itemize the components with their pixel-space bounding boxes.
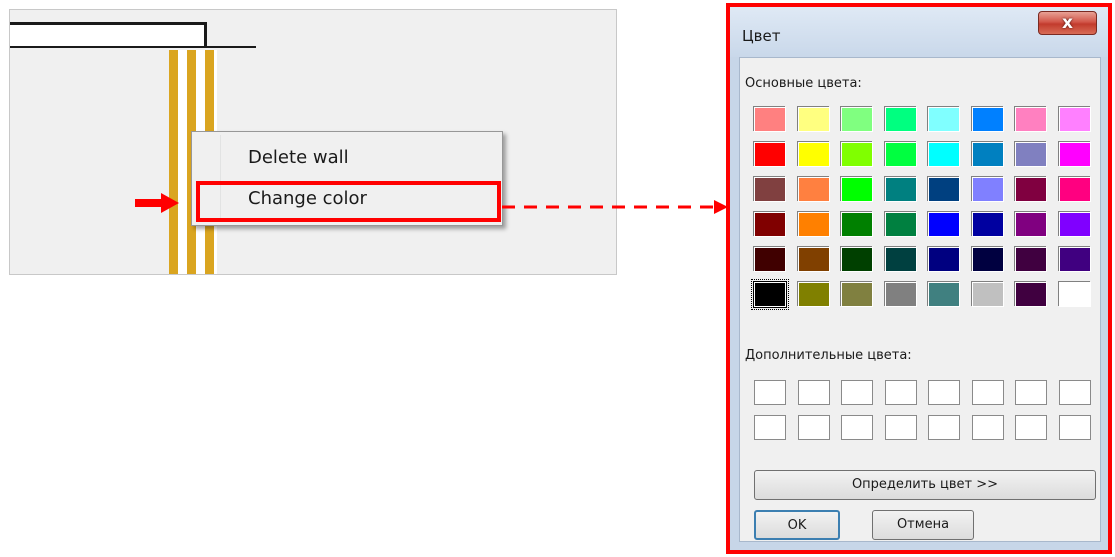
dialog-client-area: Основные цвета: Дополнительные цвета: Оп… [739,57,1101,542]
cancel-button-label: Отмена [896,517,950,532]
custom-color-swatch[interactable] [971,380,1004,405]
basic-color-swatch[interactable] [1015,107,1047,132]
basic-color-swatch[interactable] [797,247,830,272]
basic-color-swatch[interactable] [797,212,830,237]
basic-color-swatch[interactable] [1015,282,1047,307]
custom-color-swatch[interactable] [797,380,830,405]
basic-color-swatch[interactable] [884,107,917,132]
basic-color-swatch[interactable] [928,282,960,307]
basic-color-swatch[interactable] [1058,282,1091,307]
custom-color-swatch[interactable] [754,415,786,440]
basic-color-swatch[interactable] [971,107,1004,132]
ok-button-label: OK [787,518,807,533]
custom-colors-grid [754,380,1091,440]
custom-color-swatch[interactable] [884,415,917,440]
basic-color-swatch[interactable] [797,142,830,167]
basic-color-swatch[interactable] [751,279,789,310]
basic-color-swatch[interactable] [1015,142,1047,167]
custom-color-swatch[interactable] [754,380,786,405]
ok-button[interactable]: OK [754,510,840,540]
basic-color-swatch[interactable] [884,142,917,167]
custom-color-swatch[interactable] [841,380,873,405]
custom-color-swatch[interactable] [928,380,960,405]
basic-color-swatch[interactable] [1058,107,1091,132]
custom-color-swatch[interactable] [884,380,917,405]
basic-color-swatch[interactable] [754,142,786,167]
basic-color-swatch[interactable] [1058,177,1091,202]
dialog-title: Цвет [742,27,781,45]
custom-color-swatch[interactable] [1058,415,1091,440]
basic-color-swatch[interactable] [928,177,960,202]
basic-color-swatch[interactable] [928,247,960,272]
basic-color-swatch[interactable] [884,282,917,307]
dialog-titlebar[interactable]: Цвет x [730,7,1108,57]
define-button-label: Определить цвет >> [851,477,999,492]
custom-color-swatch[interactable] [1015,415,1047,440]
custom-colors-label: Дополнительные цвета: [745,348,912,363]
basic-color-swatch[interactable] [928,107,960,132]
menu-item-delete-wall[interactable]: Delete wall [195,140,499,176]
basic-color-swatch[interactable] [971,142,1004,167]
basic-color-swatch[interactable] [754,107,786,132]
basic-color-swatch[interactable] [928,142,960,167]
close-button[interactable]: x [1038,11,1097,35]
basic-color-swatch[interactable] [754,177,786,202]
basic-color-swatch[interactable] [754,212,786,237]
basic-color-swatch[interactable] [1058,247,1091,272]
basic-colors-grid [751,107,1091,310]
basic-color-swatch[interactable] [1015,212,1047,237]
pointer-arrow-icon [135,193,179,213]
basic-color-swatch[interactable] [884,247,917,272]
custom-color-swatch[interactable] [928,415,960,440]
basic-color-swatch[interactable] [1058,142,1091,167]
basic-colors-label: Основные цвета: [745,76,862,91]
custom-color-swatch[interactable] [971,415,1004,440]
define-custom-color-button[interactable]: Определить цвет >> [754,470,1096,500]
basic-color-swatch[interactable] [841,282,873,307]
basic-color-swatch[interactable] [1015,177,1047,202]
custom-color-swatch[interactable] [797,415,830,440]
basic-color-swatch[interactable] [841,142,873,167]
basic-color-swatch[interactable] [928,212,960,237]
basic-color-swatch[interactable] [971,212,1004,237]
basic-color-swatch[interactable] [971,282,1004,307]
basic-color-swatch[interactable] [884,177,917,202]
basic-color-swatch[interactable] [841,177,873,202]
custom-color-swatch[interactable] [1015,380,1047,405]
custom-color-swatch[interactable] [841,415,873,440]
basic-color-swatch[interactable] [1058,212,1091,237]
basic-color-swatch[interactable] [971,177,1004,202]
basic-color-swatch[interactable] [971,247,1004,272]
basic-color-swatch[interactable] [797,282,830,307]
basic-color-swatch[interactable] [754,247,786,272]
wall-highlight-stripe [169,50,178,274]
basic-color-swatch[interactable] [797,177,830,202]
basic-color-swatch[interactable] [841,107,873,132]
basic-color-swatch[interactable] [841,247,873,272]
basic-color-swatch[interactable] [1015,247,1047,272]
highlight-box [196,181,501,222]
menu-item-label: Delete wall [248,147,349,168]
dashed-arrow-icon [502,200,728,214]
cancel-button[interactable]: Отмена [872,510,974,540]
horizontal-wall[interactable] [10,22,207,48]
close-icon: x [1062,13,1073,33]
custom-color-swatch[interactable] [1058,380,1091,405]
color-dialog: Цвет x Основные цвета: Дополнительные цв… [726,3,1112,554]
basic-color-swatch[interactable] [841,212,873,237]
wall-outline [132,46,256,48]
basic-color-swatch[interactable] [884,212,917,237]
basic-color-swatch[interactable] [797,107,830,132]
